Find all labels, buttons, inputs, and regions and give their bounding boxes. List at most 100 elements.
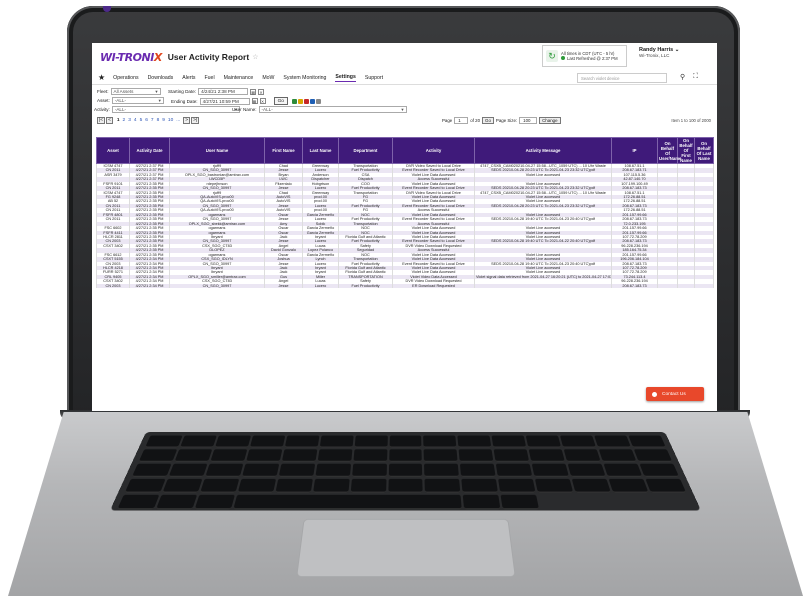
keyboard-key	[314, 463, 351, 477]
col-header-activity-date[interactable]: Activity Date	[129, 137, 170, 164]
trackpad	[296, 518, 516, 578]
nav-alerts[interactable]: Alerts	[182, 75, 195, 81]
refresh-icon[interactable]: ↻	[546, 50, 558, 62]
starting-date-input[interactable]: 4/24/21 2:38 PM	[198, 88, 249, 95]
page-link-7[interactable]: 7	[151, 118, 154, 123]
page-size-label: Page Size:	[495, 118, 518, 123]
col-header-behalf-last[interactable]: On Behalf Of Last Name	[694, 137, 714, 164]
keyboard-key	[458, 449, 494, 462]
items-info: Item 1 to 100 of 2000	[671, 118, 711, 123]
keyboard-key	[463, 494, 501, 510]
fleet-select[interactable]: All Assets ▼	[110, 88, 161, 95]
nav-settings[interactable]: Settings	[335, 74, 356, 82]
last-page-button[interactable]: >|	[191, 117, 200, 124]
prev-page-button[interactable]: <	[106, 117, 113, 124]
cell-activity-message: SEDS 20210-04-28 20:23 UTC To 2021-04-23…	[474, 186, 612, 191]
trash-icon[interactable]: ✕	[258, 88, 265, 95]
nav-operations[interactable]: Operations	[113, 75, 138, 81]
keyboard-key	[194, 494, 235, 510]
col-header-asset[interactable]: Asset	[96, 137, 130, 164]
pdf-export-icon[interactable]	[303, 98, 309, 104]
nav-maintenance[interactable]: Maintenance	[224, 75, 254, 81]
nav-downloads[interactable]: Downloads	[148, 75, 174, 81]
fullscreen-icon[interactable]: ⛶	[693, 73, 698, 81]
keyboard-key	[423, 435, 457, 448]
ending-date-input[interactable]: 4/27/21 10:59 PM	[199, 97, 250, 105]
page-link-2[interactable]: 2	[123, 118, 126, 123]
nav-system-monitoring[interactable]: System Monitoring	[283, 75, 326, 81]
col-header-first-name[interactable]: First Name	[264, 137, 303, 164]
keyboard-key	[388, 463, 423, 477]
dropdown-caret-icon: ▼	[400, 107, 405, 112]
wi-tronix-logo[interactable]: WI-TRONIX	[100, 51, 162, 64]
trash-icon[interactable]: ✕	[259, 98, 266, 104]
page-link-more[interactable]: ...	[176, 118, 180, 123]
keyboard-key	[424, 449, 459, 462]
dropdown-caret-icon: ▼	[154, 89, 159, 94]
go-button[interactable]: Go	[273, 97, 288, 105]
nav-support[interactable]: Support	[365, 75, 383, 81]
col-header-ip[interactable]: IP	[611, 137, 658, 164]
col-header-user-name[interactable]: User Name	[169, 137, 265, 164]
keyboard-key	[645, 478, 687, 493]
col-header-last-name[interactable]: Last Name	[302, 137, 339, 164]
next-page-button[interactable]: >	[183, 117, 191, 124]
search-icon[interactable]: ⚲	[680, 73, 685, 81]
keyboard-key	[608, 478, 649, 493]
col-header-activity[interactable]: Activity	[392, 137, 475, 164]
nav-fuel[interactable]: Fuel	[205, 75, 215, 81]
cell-asset: CN 2003	[96, 283, 130, 289]
page-size-change-button[interactable]: Change	[539, 117, 561, 124]
activity-select[interactable]: -ALL- ▼	[111, 106, 240, 113]
keyboard-key	[639, 463, 680, 477]
pagination: |< < 1 2 3 4 5 6 7 8 9 10 ... > >|	[97, 117, 200, 124]
asset-select[interactable]: -ALL- ▼	[111, 97, 164, 104]
page-link-1[interactable]: 1	[117, 118, 120, 123]
fleet-label: Fleet:	[97, 89, 109, 94]
col-header-department[interactable]: Department	[338, 137, 393, 164]
cell-activity-message: SEDS 20210-04-28 20:23 UTC To 2021-04-23…	[474, 203, 612, 209]
col-header-activity-message[interactable]: Activity Message	[474, 137, 612, 164]
favorite-star-icon[interactable]: ☆	[252, 53, 258, 61]
favorites-star-icon[interactable]: ★	[98, 73, 105, 82]
keyboard-key	[567, 463, 606, 477]
keyboard-key	[594, 435, 632, 448]
contact-us-button[interactable]: Contact Us	[646, 387, 704, 401]
user-org: Wi-Tronix, LLC	[639, 53, 670, 58]
page-link-3[interactable]: 3	[128, 118, 131, 123]
page-go-button[interactable]: Go	[482, 117, 494, 124]
col-header-behalf-first[interactable]: On Behalf Of First Name	[677, 137, 695, 164]
keyboard-key	[528, 449, 566, 462]
keyboard-key	[319, 435, 354, 448]
page-link-5[interactable]: 5	[140, 118, 143, 123]
page-link-8[interactable]: 8	[157, 118, 160, 123]
page-link-10[interactable]: 10	[168, 118, 173, 123]
first-page-button[interactable]: |<	[97, 117, 106, 124]
keyboard-key	[389, 435, 422, 448]
cell-activity-message: SEDS 20210-04-28 19:40 UTC To 2021-04-22…	[474, 239, 612, 244]
page-link-9[interactable]: 9	[162, 118, 165, 123]
user-menu[interactable]: Randy Harris ⌄ Wi-Tronix, LLC	[639, 47, 679, 58]
page-input[interactable]: 1	[454, 117, 469, 124]
keyboard-key	[560, 435, 597, 448]
nav-mow[interactable]: MoW	[262, 75, 274, 81]
keyboard-key	[210, 449, 248, 462]
calendar-icon[interactable]: ▦	[251, 98, 258, 104]
page-size-input[interactable]: 100	[519, 117, 538, 124]
keyboard-key	[563, 449, 601, 462]
excel-export-icon[interactable]	[291, 98, 297, 104]
keyboard-key	[245, 449, 283, 462]
calendar-icon[interactable]: ▦	[250, 88, 257, 95]
keyboard-key	[531, 463, 570, 477]
cell-last-name: Lucero	[302, 283, 339, 289]
search-input[interactable]: Search violet device	[577, 73, 667, 83]
username-select[interactable]: -ALL- ▼	[258, 106, 407, 113]
save-icon[interactable]	[309, 98, 315, 104]
col-header-behalf-user[interactable]: On Behalf Of User/Name	[657, 137, 681, 164]
csv-export-icon[interactable]	[297, 98, 303, 104]
reset-icon[interactable]	[315, 98, 321, 104]
cell-user-name: CN_SGO_30997	[169, 283, 265, 289]
page-link-4[interactable]: 4	[134, 118, 137, 123]
page-link-6[interactable]: 6	[145, 118, 148, 123]
table-row[interactable]: CN 2003 4/27/21 2:34 PM CN_SGO_30997 Jesse L…	[96, 283, 714, 289]
